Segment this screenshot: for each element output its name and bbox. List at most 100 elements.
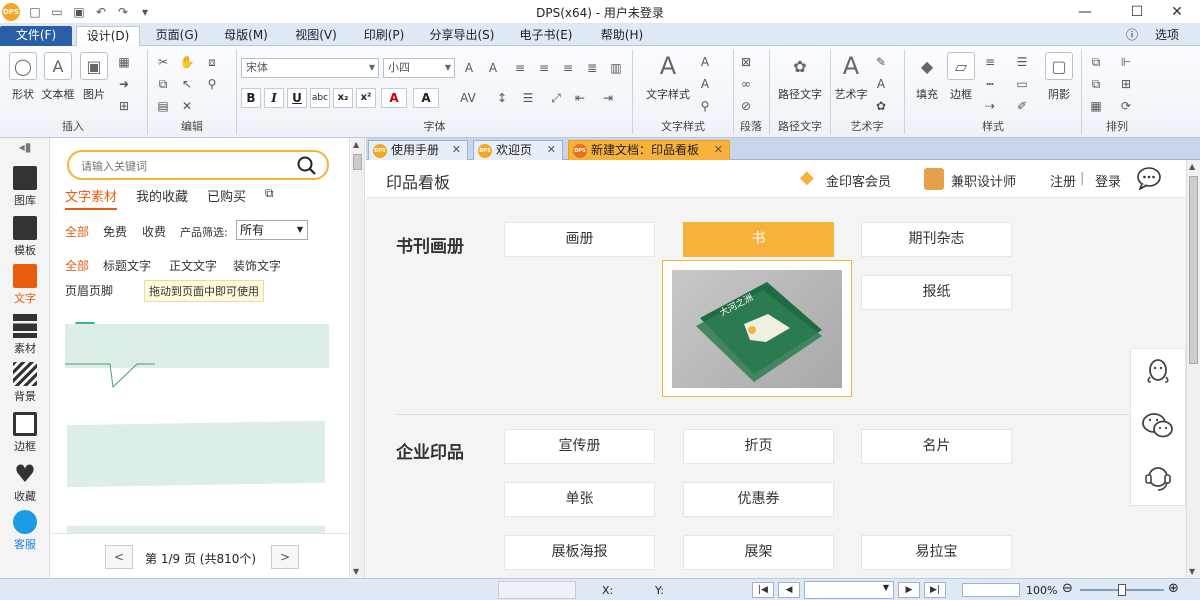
category-brochure-button[interactable]: 宣传册 (504, 429, 655, 464)
arrow-style-icon[interactable]: ⇢ (982, 98, 998, 114)
find-icon[interactable]: ⚲ (697, 98, 713, 114)
align-right-icon[interactable]: ≡ (560, 60, 576, 76)
filter-title-text[interactable]: 标题文字 (103, 257, 151, 274)
sidebar-item-background[interactable]: 背景 (0, 362, 50, 404)
align-objects-icon[interactable]: ⊩ (1118, 54, 1134, 70)
last-page-button[interactable]: ▶| (924, 582, 946, 598)
align-left-icon[interactable]: ≡ (512, 60, 528, 76)
search-icon[interactable] (297, 156, 317, 176)
filter-category-all[interactable]: 全部 (65, 257, 89, 274)
prev-page-button[interactable]: < (105, 545, 133, 569)
category-rollup-banner-button[interactable]: 易拉宝 (861, 535, 1012, 570)
select-icon[interactable]: ↖ (179, 76, 195, 92)
category-newspaper-button[interactable]: 报纸 (861, 275, 1012, 310)
outdent-icon[interactable]: ⇤ (572, 90, 588, 106)
art-edit-icon[interactable]: ✎ (873, 54, 889, 70)
shape-fill-icon[interactable]: ▭ (1014, 76, 1030, 92)
category-display-stand-button[interactable]: 展架 (683, 535, 834, 570)
sidebar-item-border[interactable]: 边框 (0, 412, 50, 454)
align-center-icon[interactable]: ≡ (536, 60, 552, 76)
superscript-button[interactable]: x² (356, 88, 376, 108)
filter-header-footer[interactable]: 页眉页脚 (65, 282, 113, 299)
scroll-down-icon[interactable]: ▼ (353, 567, 359, 576)
font-name-select[interactable]: 宋体 ▼ (241, 58, 379, 78)
sidebar-item-customer-service[interactable]: 客服 (0, 510, 50, 552)
shape-button[interactable]: ◯ 形状 (6, 52, 40, 102)
paragraph-icon[interactable]: ⊠ (738, 54, 754, 70)
headset-support-icon[interactable] (1143, 463, 1173, 493)
scroll-up-icon[interactable]: ▲ (353, 140, 359, 149)
menu-tab-page[interactable]: 页面(G) (145, 26, 209, 46)
indent-icon[interactable]: ⇥ (600, 90, 616, 106)
text-style-button[interactable]: A 文字样式 (644, 52, 692, 102)
material-thumbnail[interactable] (65, 324, 329, 368)
tab-purchased[interactable]: 已购买 (207, 186, 246, 205)
shrink-font-icon[interactable]: A (485, 60, 501, 76)
book-preview-card[interactable]: 大河之洲 (662, 260, 852, 397)
art-text-button[interactable]: A 艺术字 (834, 52, 868, 102)
tab-text-material[interactable]: 文字素材 (65, 186, 118, 210)
doc-tab-manual[interactable]: DPS 使用手册 ✕ (368, 140, 468, 160)
link-icon[interactable]: ∞ (738, 76, 754, 92)
previous-page-button[interactable]: ◀ (778, 582, 800, 598)
delete-icon[interactable]: ✕ (179, 98, 195, 114)
filter-free[interactable]: 免费 (103, 223, 127, 240)
cut-icon[interactable]: ✂ (155, 54, 171, 70)
collapse-panel-icon[interactable]: ◂▮ (0, 140, 50, 154)
category-flyer-button[interactable]: 单张 (504, 482, 655, 517)
strikethrough-button[interactable]: abc (310, 88, 330, 108)
menu-tab-print[interactable]: 印刷(P) (352, 26, 416, 46)
scroll-up-icon[interactable]: ▲ (1189, 162, 1195, 171)
subscript-button[interactable]: x₂ (333, 88, 353, 108)
category-magazine-button[interactable]: 期刊杂志 (861, 222, 1012, 257)
menu-tab-master[interactable]: 母版(M) (214, 26, 278, 46)
italic-button[interactable]: I (264, 88, 284, 108)
art-color-icon[interactable]: ✿ (873, 98, 889, 114)
text-outline-icon[interactable]: A (697, 76, 713, 92)
font-color-button[interactable]: A (381, 88, 407, 108)
next-page-status-button[interactable]: ▶ (898, 582, 920, 598)
grow-font-icon[interactable]: A (461, 60, 477, 76)
login-link[interactable]: 登录 (1095, 171, 1121, 190)
sidebar-item-text[interactable]: 文字 (0, 264, 50, 306)
path-text-button[interactable]: ✿ 路径文字 (776, 52, 824, 102)
close-button[interactable]: ✕ (1154, 0, 1200, 24)
chat-icon[interactable] (1136, 166, 1162, 190)
zoom-in-icon[interactable]: ⊕ (1168, 581, 1179, 596)
bring-front-icon[interactable]: ⧉ (1088, 54, 1104, 70)
close-tab-icon[interactable]: ✕ (714, 141, 723, 159)
list-icon[interactable]: ☰ (520, 90, 536, 106)
art-shape-icon[interactable]: A (873, 76, 889, 92)
menu-tab-view[interactable]: 视图(V) (284, 26, 348, 46)
scroll-thumb[interactable] (1189, 176, 1198, 364)
text-effect-icon[interactable]: A (697, 54, 713, 70)
dash-style-icon[interactable]: ┅ (982, 76, 998, 92)
external-link-icon[interactable]: ⧉ (265, 186, 274, 201)
material-thumbnail[interactable] (67, 420, 325, 488)
send-back-icon[interactable]: ⧉ (1088, 76, 1104, 92)
filter-paid[interactable]: 收费 (142, 223, 166, 240)
underline-button[interactable]: U (287, 88, 307, 108)
fill-button[interactable]: ◆ 填充 (910, 52, 944, 102)
copy-icon[interactable]: ⧉ (155, 76, 171, 92)
group-objects-icon[interactable]: ▦ (1088, 98, 1104, 114)
picture-button[interactable]: ▣ 图片 (77, 52, 111, 102)
page-select[interactable]: ▼ (804, 581, 894, 599)
text-fit-icon[interactable]: ⤢ (548, 90, 564, 106)
menu-tab-help[interactable]: 帮助(H) (590, 26, 654, 46)
rotate-icon[interactable]: ⟳ (1118, 98, 1134, 114)
table-icon[interactable]: ▦ (116, 54, 132, 70)
first-page-button[interactable]: |◀ (752, 582, 774, 598)
wechat-icon[interactable] (1141, 411, 1175, 441)
category-coupon-button[interactable]: 优惠券 (683, 482, 834, 517)
textbox-button[interactable]: A 文本框 (41, 52, 75, 102)
product-filter-select[interactable]: 所有 ▼ (236, 220, 308, 240)
options-button[interactable]: 选项 (1142, 26, 1192, 46)
category-album-button[interactable]: 画册 (504, 222, 655, 257)
designer-link[interactable]: 兼职设计师 (951, 171, 1016, 190)
close-tab-icon[interactable]: ✕ (547, 141, 556, 159)
sidebar-item-gallery[interactable]: 图库 (0, 166, 50, 208)
category-book-button[interactable]: 书 (683, 222, 834, 257)
scroll-down-icon[interactable]: ▼ (1189, 567, 1195, 576)
sidebar-item-template[interactable]: 模板 (0, 216, 50, 258)
